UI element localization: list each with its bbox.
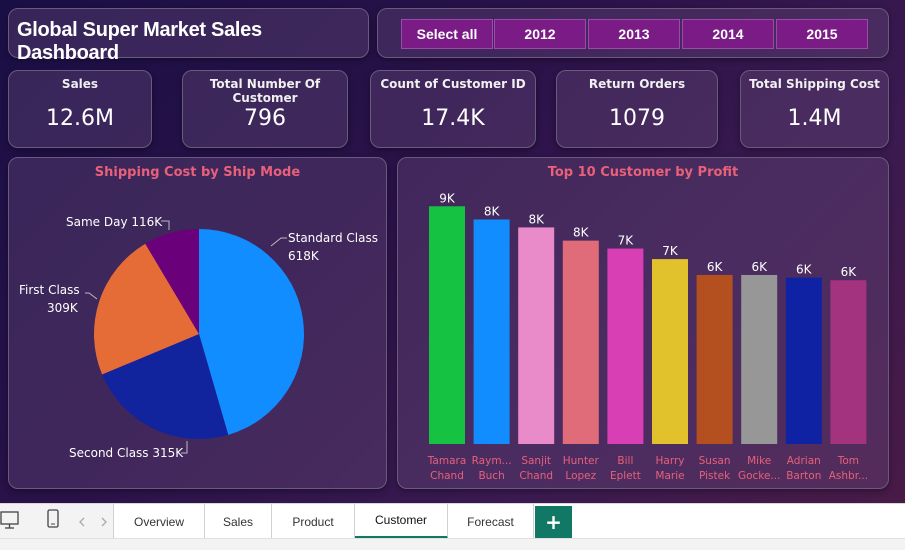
bar-data-label: 7K <box>662 244 679 258</box>
bar-data-label: 8K <box>573 226 590 240</box>
x-axis-tick-label: Chand <box>430 470 464 482</box>
kpi-label: Return Orders <box>588 77 686 91</box>
pie-label-standard-value: 618K <box>288 249 320 263</box>
slicer-select-all[interactable]: Select all <box>401 19 493 49</box>
kpi-value: 12.6M <box>46 106 114 131</box>
bar-data-label: 6K <box>751 260 768 274</box>
kpi-label: Total Shipping Cost <box>749 77 880 91</box>
bar-data-label: 8K <box>528 212 545 226</box>
kpi-label: Sales <box>61 77 99 91</box>
tab-sales[interactable]: Sales <box>205 504 272 539</box>
tab-customer[interactable]: Customer <box>355 504 448 539</box>
add-page-button[interactable]: + <box>535 506 572 538</box>
title-card: Global Super Market Sales Dashboard <box>8 8 369 64</box>
kpi-sales: Sales 12.6M <box>8 70 152 148</box>
bar[interactable] <box>562 240 599 444</box>
kpi-value: 1079 <box>609 106 665 131</box>
x-axis-tick-label: Pistek <box>699 470 731 482</box>
bar[interactable] <box>429 206 465 444</box>
kpi-total-customers: Total Number Of Customer 796 <box>182 70 348 148</box>
leader-line <box>85 292 98 300</box>
top-customers-bar-card: Top 10 Customer by Profit 9K Tamara Chand 8… <box>397 157 889 489</box>
bar-data-label: 6K <box>841 265 858 279</box>
slicer-2013[interactable]: 2013 <box>588 19 680 49</box>
pie-label-standard-name: Standard Class <box>288 231 378 245</box>
kpi-label: Total Number Of Customer <box>209 77 321 105</box>
kpi-value: 17.4K <box>421 106 485 131</box>
kpi-value: 796 <box>244 106 286 131</box>
bar-chart: 9K Tamara Chand 8K Raym... Buch 8K Sanjit Chand 8… <box>427 191 868 482</box>
slicer-2015[interactable]: 2015 <box>776 19 868 49</box>
x-axis-tick-label: Marie <box>655 470 684 482</box>
tab-product[interactable]: Product <box>272 504 355 539</box>
x-axis-tick-label: Barton <box>786 470 821 482</box>
x-axis-tick-label: Tom <box>837 455 859 467</box>
desktop-icon[interactable] <box>0 511 19 529</box>
bar-data-label: 9K <box>439 191 456 205</box>
x-axis-tick-label: Eplett <box>610 470 641 482</box>
leader-line <box>270 237 287 247</box>
pie-label-first-value: 309K <box>47 301 79 315</box>
bar[interactable] <box>696 274 733 444</box>
view-toolbar <box>0 504 114 539</box>
pie-chart: Standard Class 618K Second Class 315K Fi… <box>19 215 378 460</box>
tab-overview[interactable]: Overview <box>114 504 205 539</box>
dashboard-title: Global Super Market Sales Dashboard <box>17 19 262 64</box>
x-axis-tick-label: Adrian <box>787 455 821 467</box>
x-axis-tick-label: Ashbr... <box>829 470 868 482</box>
bar[interactable] <box>785 277 822 444</box>
kpi-customer-id-count: Count of Customer ID 17.4K <box>370 70 536 148</box>
x-axis-tick-label: Buch <box>478 470 504 482</box>
x-axis-tick-label: Susan <box>699 455 731 467</box>
kpi-return-orders: Return Orders 1079 <box>556 70 718 148</box>
kpi-label: Count of Customer ID <box>380 77 526 91</box>
x-axis-tick-label: Harry <box>656 455 685 467</box>
year-slicer: Select all 2012 2013 2014 2015 <box>377 8 889 58</box>
status-bar <box>0 538 905 550</box>
slicer-2014[interactable]: 2014 <box>682 19 774 49</box>
x-axis-tick-label: Chand <box>519 470 553 482</box>
pie-label-first-name: First Class <box>19 283 80 297</box>
chevron-right-icon[interactable] <box>101 517 107 527</box>
leader-line <box>161 220 170 230</box>
bar[interactable] <box>518 227 555 444</box>
chevron-left-icon[interactable] <box>79 517 85 527</box>
bar-data-label: 6K <box>707 260 724 274</box>
x-axis-tick-label: Lopez <box>565 470 596 482</box>
pie-label-second: Second Class 315K <box>69 446 184 460</box>
pie-label-same-day: Same Day 116K <box>66 215 163 229</box>
tab-forecast[interactable]: Forecast <box>448 504 534 539</box>
bar-data-label: 6K <box>796 263 813 277</box>
bar[interactable] <box>652 259 688 444</box>
x-axis-tick-label: Hunter <box>563 455 600 467</box>
x-axis-tick-label: Tamara <box>427 455 467 467</box>
x-axis-tick-label: Bill <box>617 455 633 467</box>
slicer-2012[interactable]: 2012 <box>494 19 586 49</box>
kpi-shipping-cost: Total Shipping Cost 1.4M <box>740 70 889 148</box>
x-axis-tick-label: Sanjit <box>521 455 551 467</box>
bar[interactable] <box>741 274 778 444</box>
phone-icon[interactable] <box>47 509 59 528</box>
bar[interactable] <box>830 280 867 444</box>
shipping-cost-pie-card: Shipping Cost by Ship Mode Standard Clas… <box>8 157 387 489</box>
bar-data-label: 7K <box>618 234 635 248</box>
x-axis-tick-label: Mike <box>747 455 771 467</box>
bar[interactable] <box>473 219 510 444</box>
bar[interactable] <box>607 248 644 444</box>
bar-data-label: 8K <box>484 204 501 218</box>
x-axis-tick-label: Raym... <box>472 455 512 467</box>
x-axis-tick-label: Gocke... <box>738 470 781 482</box>
kpi-value: 1.4M <box>787 106 842 131</box>
